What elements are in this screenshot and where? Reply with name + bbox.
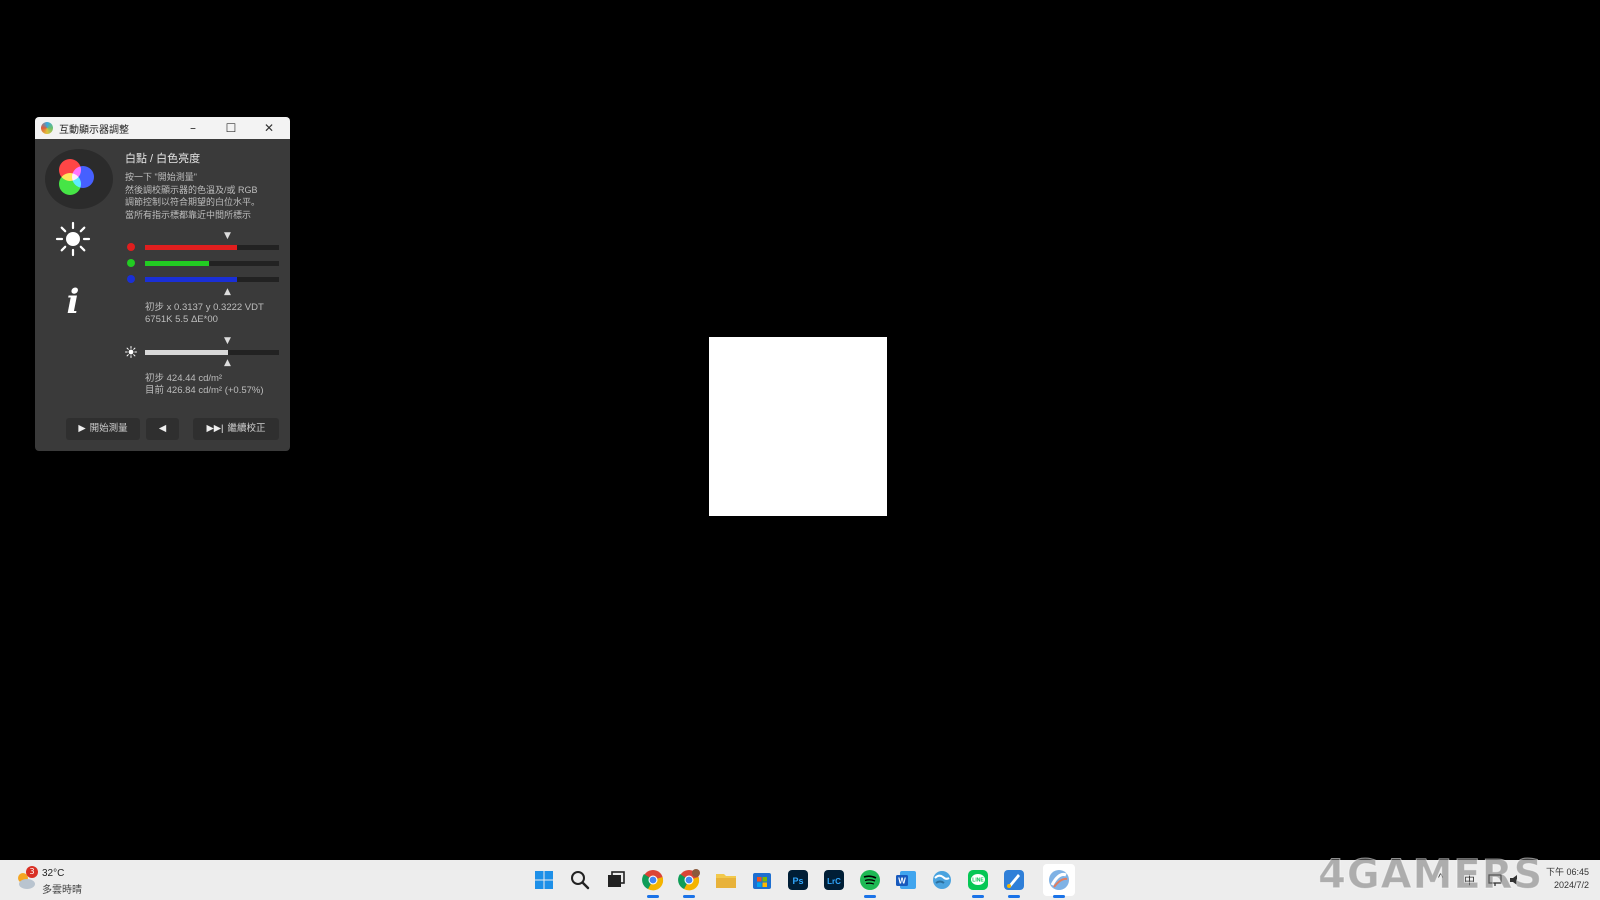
- word-icon[interactable]: W: [894, 868, 918, 892]
- svg-text:Ps: Ps: [792, 876, 803, 886]
- displaycal-app-icon: [41, 122, 53, 134]
- microsoft-store-icon[interactable]: [750, 868, 774, 892]
- brightness-fill: [145, 350, 229, 355]
- info-icon[interactable]: i: [63, 282, 83, 322]
- maximize-button[interactable]: ☐: [217, 119, 245, 137]
- interactive-display-adjustment-window: 互動顯示器調整 – ☐ ✕ i 白點 / 白色亮度 按一下 "開始測量" 然後調…: [35, 117, 290, 451]
- weather-condition[interactable]: 多雲時晴: [42, 881, 82, 896]
- weather-notification-badge: 3: [26, 866, 38, 878]
- weather-temperature[interactable]: 32°C: [42, 868, 64, 879]
- green-channel-dot: [127, 259, 135, 267]
- color-readout-line1: 初步 x 0.3137 y 0.3222 VDT: [145, 302, 264, 313]
- svg-text:W: W: [898, 877, 906, 886]
- instruction-line: 調節控制以符合期望的白位水平。: [125, 197, 261, 207]
- photoshop-icon[interactable]: Ps: [786, 868, 810, 892]
- target-marker-top: ▼: [224, 231, 231, 241]
- brightness-marker-top: ▼: [224, 336, 231, 346]
- skip-forward-icon: ▶▶|: [206, 423, 224, 434]
- start-icon[interactable]: [532, 868, 556, 892]
- step-heading: 白點 / 白色亮度: [125, 153, 201, 165]
- green-channel-bar: [145, 261, 279, 266]
- close-button[interactable]: ✕: [255, 119, 283, 137]
- window-title: 互動顯示器調整: [59, 125, 129, 136]
- back-icon: ◀: [158, 423, 167, 434]
- displaycal-icon[interactable]: [1047, 868, 1071, 898]
- spotify-icon[interactable]: [858, 868, 882, 898]
- paint-icon[interactable]: [1002, 868, 1026, 898]
- chrome-icon[interactable]: [641, 868, 665, 898]
- instruction-line: 當所有指示標都靠近中間所標示: [125, 209, 252, 220]
- start-measurement-label: 開始測量: [89, 423, 128, 434]
- brightness-marker-bottom: ▲: [224, 358, 231, 368]
- instructions: 按一下 "開始測量" 然後調校顯示器的色溫及/或 RGB 調節控制以符合期望的白…: [125, 171, 285, 221]
- brightness-sun-icon[interactable]: [55, 221, 91, 257]
- svg-text:LrC: LrC: [827, 877, 841, 886]
- chrome-profile-icon[interactable]: [677, 868, 701, 898]
- red-channel-fill: [145, 245, 238, 250]
- file-explorer-icon[interactable]: [714, 868, 738, 892]
- back-button[interactable]: ◀: [146, 418, 179, 440]
- red-channel-dot: [127, 243, 135, 251]
- play-icon: ▶: [78, 423, 86, 434]
- continue-calibration-button[interactable]: ▶▶| 繼續校正: [193, 418, 279, 440]
- search-icon[interactable]: [568, 868, 592, 892]
- lightroom-classic-icon[interactable]: LrC: [822, 868, 846, 892]
- 4gamers-watermark: 4GAMERS: [1317, 852, 1544, 899]
- green-channel-fill: [145, 261, 210, 266]
- blue-channel-fill: [145, 277, 238, 282]
- blue-channel-bar: [145, 277, 279, 282]
- target-marker-bottom: ▲: [224, 287, 231, 297]
- title-bar[interactable]: 互動顯示器調整 – ☐ ✕: [35, 117, 290, 139]
- brightness-readout-line1: 初步 424.44 cd/m²: [145, 373, 223, 384]
- clock-time: 下午 06:45: [1546, 867, 1590, 877]
- blue-channel-dot: [127, 275, 135, 283]
- continue-calibration-label: 繼續校正: [227, 423, 266, 434]
- system-clock[interactable]: 下午 06:45 2024/7/2: [1546, 866, 1589, 892]
- clock-date: 2024/7/2: [1553, 880, 1590, 890]
- rgb-color-icon[interactable]: [55, 157, 99, 201]
- minimize-button[interactable]: –: [179, 119, 207, 137]
- color-readout: 初步 x 0.3137 y 0.3222 VDT 6751K 5.5 ΔE*00: [145, 302, 264, 326]
- brightness-readout: 初步 424.44 cd/m² 目前 426.84 cd/m² (+0.57%): [145, 373, 264, 397]
- svg-text:LINE: LINE: [972, 878, 984, 884]
- instruction-line: 按一下 "開始測量": [125, 172, 197, 182]
- line-icon[interactable]: LINE: [966, 868, 990, 898]
- instruction-line: 然後調校顯示器的色溫及/或 RGB: [125, 184, 258, 195]
- brightness-readout-line2: 目前 426.84 cd/m² (+0.57%): [145, 385, 264, 396]
- brightness-bar: [145, 350, 279, 355]
- network-icon[interactable]: [930, 868, 954, 892]
- white-measurement-patch: [709, 337, 887, 516]
- start-measurement-button[interactable]: ▶ 開始測量: [66, 418, 140, 440]
- color-readout-line2: 6751K 5.5 ΔE*00: [145, 314, 218, 325]
- brightness-small-icon: [125, 346, 137, 358]
- red-channel-bar: [145, 245, 279, 250]
- task-view-icon[interactable]: [604, 868, 628, 892]
